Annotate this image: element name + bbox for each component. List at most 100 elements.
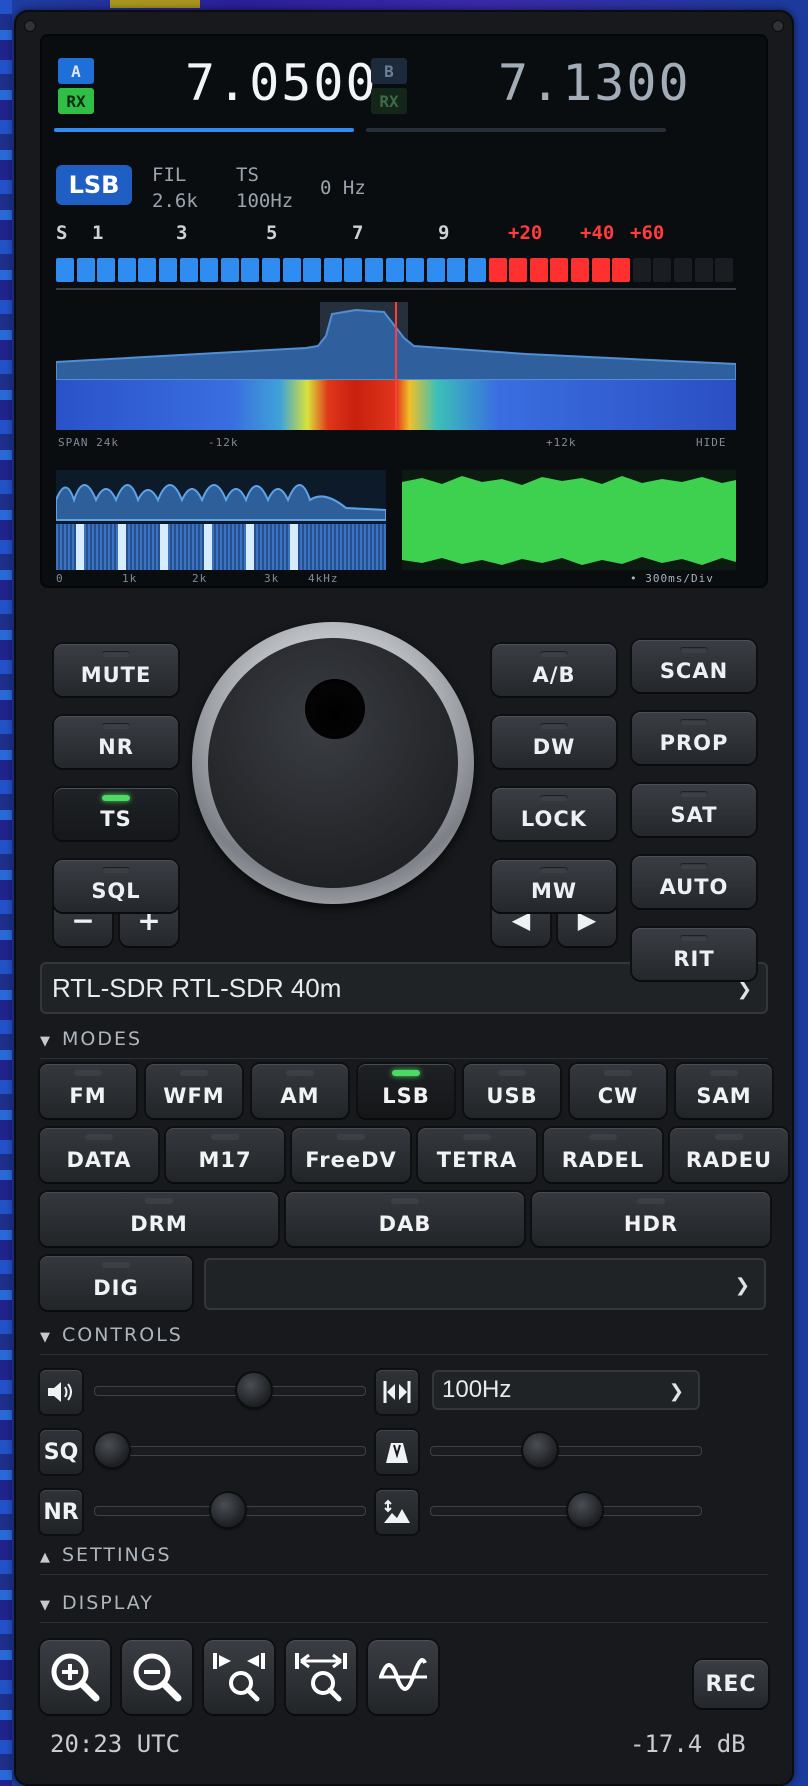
squelch-icon[interactable]: SQ bbox=[40, 1430, 82, 1474]
zoom-to-band-button[interactable] bbox=[286, 1640, 356, 1714]
offset-value: 0 Hz bbox=[320, 177, 366, 199]
signal-level: -17.4 dB bbox=[630, 1730, 746, 1758]
mode-button-drm[interactable]: DRM bbox=[40, 1192, 278, 1246]
s-meter-segment bbox=[447, 258, 466, 282]
mode-button-data[interactable]: DATA bbox=[40, 1128, 158, 1182]
vfo-b-frequency[interactable]: 7.1300 bbox=[498, 54, 691, 112]
mode-button-dig[interactable]: DIG bbox=[40, 1256, 192, 1310]
filter-width-select[interactable]: 100Hz ❯ bbox=[432, 1370, 700, 1410]
agc-slider[interactable] bbox=[430, 1493, 702, 1527]
chevron-down-icon: ❯ bbox=[734, 1275, 750, 1296]
button-led bbox=[102, 795, 130, 801]
button-led bbox=[102, 651, 130, 657]
mode-label: RADEU bbox=[685, 1148, 773, 1172]
squelch-slider-thumb[interactable] bbox=[95, 1433, 129, 1467]
button-led bbox=[540, 723, 568, 729]
button-led bbox=[102, 723, 130, 729]
nr-slider[interactable] bbox=[94, 1493, 366, 1527]
mode-button-lsb[interactable]: LSB bbox=[358, 1064, 454, 1118]
modes-section-header[interactable]: ▼ MODES bbox=[40, 1028, 768, 1059]
mode-button-radeu[interactable]: RADEU bbox=[670, 1128, 788, 1182]
mode-button-tetra[interactable]: TETRA bbox=[418, 1128, 536, 1182]
s-meter-segment bbox=[138, 258, 157, 282]
button-label: LOCK bbox=[520, 807, 588, 831]
waveform-button[interactable] bbox=[368, 1640, 438, 1714]
spectrum-waterfall[interactable] bbox=[56, 302, 736, 462]
button-sat[interactable]: SAT bbox=[632, 784, 756, 836]
hide-spectrum-button[interactable]: HIDE bbox=[696, 436, 727, 449]
mode-button-usb[interactable]: USB bbox=[464, 1064, 560, 1118]
squelch-slider[interactable] bbox=[94, 1433, 366, 1467]
s-meter-segment bbox=[282, 258, 301, 282]
mode-button-dab[interactable]: DAB bbox=[286, 1192, 524, 1246]
s-meter-segment bbox=[406, 258, 425, 282]
mode-button-freedv[interactable]: FreeDV bbox=[292, 1128, 410, 1182]
button-lock[interactable]: LOCK bbox=[492, 788, 616, 840]
mode-label: WFM bbox=[163, 1084, 225, 1108]
filter-value: 2.6k bbox=[152, 190, 198, 212]
mode-button-m17[interactable]: M17 bbox=[166, 1128, 284, 1182]
collapse-icon: ▼ bbox=[40, 1330, 52, 1345]
nr-slider-thumb[interactable] bbox=[210, 1493, 245, 1527]
button-ts[interactable]: TS bbox=[54, 788, 178, 840]
zoom-to-passband-button[interactable] bbox=[204, 1640, 274, 1714]
mode-label: CW bbox=[597, 1084, 639, 1108]
zoom-out-button[interactable] bbox=[122, 1640, 192, 1714]
button-label: RIT bbox=[673, 947, 715, 971]
s-meter-label: +40 bbox=[580, 222, 615, 244]
filter-shape-slider[interactable] bbox=[430, 1433, 702, 1467]
button-led bbox=[102, 867, 130, 873]
volume-icon[interactable] bbox=[40, 1370, 82, 1414]
s-meter-segment bbox=[715, 258, 734, 282]
vfo-b-rx-badge: RX bbox=[371, 88, 407, 114]
zoom-in-button[interactable] bbox=[40, 1640, 110, 1714]
mode-button-hdr[interactable]: HDR bbox=[532, 1192, 770, 1246]
vfo-a-underline bbox=[54, 128, 354, 132]
mode-button-fm[interactable]: FM bbox=[40, 1064, 136, 1118]
button-dw[interactable]: DW bbox=[492, 716, 616, 768]
agc-slider-thumb[interactable] bbox=[567, 1493, 602, 1527]
mode-led bbox=[710, 1070, 738, 1076]
mode-button-cw[interactable]: CW bbox=[570, 1064, 666, 1118]
button-mute[interactable]: MUTE bbox=[54, 644, 178, 696]
button-mw[interactable]: MW bbox=[492, 860, 616, 912]
noise-reduction-icon[interactable]: NR bbox=[40, 1490, 82, 1534]
mode-button-wfm[interactable]: WFM bbox=[146, 1064, 242, 1118]
audio-tick-label: 3k bbox=[264, 572, 280, 585]
display-section-header[interactable]: ▼ DISPLAY bbox=[40, 1592, 768, 1623]
button-sql[interactable]: SQL bbox=[54, 860, 178, 912]
s-meter-segment bbox=[488, 258, 507, 282]
vfo-a-frequency[interactable]: 7.0500 bbox=[185, 54, 378, 112]
button-a-b[interactable]: A/B bbox=[492, 644, 616, 696]
settings-section-header[interactable]: ▲ SETTINGS bbox=[40, 1544, 768, 1575]
button-scan[interactable]: SCAN bbox=[632, 640, 756, 692]
agc-icon[interactable] bbox=[376, 1490, 418, 1534]
controls-section-header[interactable]: ▼ CONTROLS bbox=[40, 1324, 768, 1355]
filter-shape-slider-thumb[interactable] bbox=[523, 1433, 558, 1467]
mode-button-am[interactable]: AM bbox=[252, 1064, 348, 1118]
filter-width-icon[interactable] bbox=[376, 1370, 418, 1414]
s-meter-label: S bbox=[56, 222, 68, 244]
s-meter-segment bbox=[159, 258, 177, 282]
button-auto[interactable]: AUTO bbox=[632, 856, 756, 908]
dig-mode-select[interactable]: ❯ bbox=[204, 1258, 766, 1310]
button-rit[interactable]: RIT bbox=[632, 928, 756, 980]
s-meter-segment bbox=[303, 258, 322, 282]
s-meter-segment bbox=[612, 258, 631, 282]
s-meter-segment bbox=[468, 258, 486, 282]
mode-badge[interactable]: LSB bbox=[56, 165, 132, 205]
mode-button-sam[interactable]: SAM bbox=[676, 1064, 772, 1118]
mode-button-radel[interactable]: RADEL bbox=[544, 1128, 662, 1182]
s-meter-segment bbox=[632, 258, 651, 282]
vfo-b-badge[interactable]: B bbox=[371, 58, 407, 84]
expand-icon: ▲ bbox=[40, 1550, 52, 1565]
tuning-knob[interactable] bbox=[192, 622, 474, 904]
volume-slider[interactable] bbox=[94, 1373, 366, 1407]
record-button[interactable]: REC bbox=[694, 1660, 768, 1708]
button-nr[interactable]: NR bbox=[54, 716, 178, 768]
filter-shape-icon[interactable] bbox=[376, 1430, 418, 1474]
button-led bbox=[680, 935, 708, 941]
volume-slider-thumb[interactable] bbox=[236, 1373, 271, 1407]
vfo-a-badge[interactable]: A bbox=[58, 58, 94, 84]
button-prop[interactable]: PROP bbox=[632, 712, 756, 764]
